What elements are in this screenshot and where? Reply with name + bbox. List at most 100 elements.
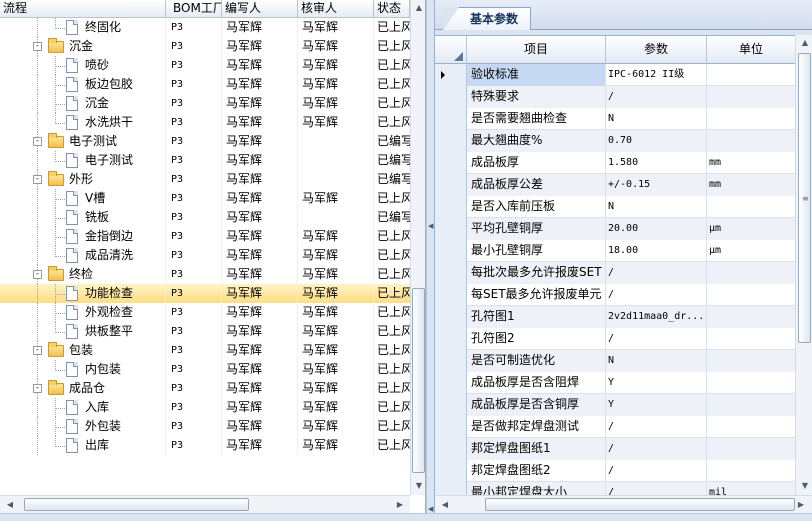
row-selector[interactable]	[435, 86, 467, 108]
column-header-value[interactable]: 参数	[606, 36, 707, 64]
tree-horizontal-scrollbar[interactable]: ◀ ▶	[0, 495, 410, 513]
param-value-cell[interactable]: /	[606, 416, 707, 438]
tree-node[interactable]: 沉金	[0, 94, 166, 113]
tree-vertical-scrollbar[interactable]: ▲ ▼	[410, 0, 425, 495]
param-unit-cell[interactable]	[707, 438, 795, 460]
grid-row[interactable]: 成品板厚是否含阻焊 Y	[435, 372, 795, 394]
tree-node[interactable]: 电子测试	[0, 151, 166, 170]
tree-row[interactable]: V槽 P3 马军辉 马军辉 已上风	[0, 189, 410, 208]
tree-row[interactable]: 外观检查 P3 马军辉 马军辉 已上风	[0, 303, 410, 322]
tree-row[interactable]: 金指倒边 P3 马军辉 马军辉 已上风	[0, 227, 410, 246]
param-unit-cell[interactable]: mm	[707, 152, 795, 174]
tree-node[interactable]: 喷砂	[0, 56, 166, 75]
tree-folder-row[interactable]: - 终检 P3 马军辉 马军辉 已上风	[0, 265, 410, 284]
scroll-down-arrow-icon[interactable]: ▼	[797, 478, 812, 494]
row-selector[interactable]	[435, 262, 467, 284]
tree-row[interactable]: 烘板整平 P3 马军辉 马军辉 已上风	[0, 322, 410, 341]
tree-node[interactable]: - 终检	[0, 265, 166, 284]
param-unit-cell[interactable]: μm	[707, 240, 795, 262]
tree-row[interactable]: 外包装 P3 马军辉 马军辉 已上风	[0, 417, 410, 436]
tree-row[interactable]: 终固化 P3 马军辉 马军辉 已上风	[0, 18, 410, 37]
grid-vertical-scrollbar[interactable]: ▲ ≡ ▼	[795, 35, 812, 495]
grid-row[interactable]: 最小邦定焊盘大小 / mil	[435, 482, 795, 495]
grid-row[interactable]: 孔符图2/	[435, 328, 795, 350]
tree-row[interactable]: 铣板 P3 马军辉 已编写	[0, 208, 410, 227]
tree-node[interactable]: 烘板整平	[0, 322, 166, 341]
param-unit-cell[interactable]	[707, 284, 795, 306]
row-selector[interactable]	[435, 460, 467, 482]
row-selector[interactable]	[435, 306, 467, 328]
param-unit-cell[interactable]: mm	[707, 174, 795, 196]
column-header-process[interactable]: 流程	[0, 0, 166, 18]
param-value-cell[interactable]: N	[606, 350, 707, 372]
param-unit-cell[interactable]	[707, 328, 795, 350]
grid-row[interactable]: 平均孔壁铜厚 20.00 μm	[435, 218, 795, 240]
grid-row[interactable]: 是否入库前压板 N	[435, 196, 795, 218]
column-header-author[interactable]: 编写人	[222, 0, 298, 18]
panel-splitter[interactable]: ◀ ◀	[426, 0, 434, 513]
row-selector[interactable]	[435, 174, 467, 196]
param-value-cell[interactable]: 20.00	[606, 218, 707, 240]
tab-basic-parameters[interactable]: 基本参数	[443, 7, 532, 31]
param-value-cell[interactable]: 18.00	[606, 240, 707, 262]
collapse-left-arrow-icon[interactable]: ◀	[428, 222, 433, 230]
tree-node[interactable]: 出库	[0, 436, 166, 455]
tree-node[interactable]: 水洗烘干	[0, 113, 166, 132]
tree-node[interactable]: 终固化	[0, 18, 166, 37]
tree-row[interactable]: 水洗烘干 P3 马军辉 马军辉 已上风	[0, 113, 410, 132]
scroll-right-arrow-icon[interactable]: ▶	[793, 497, 809, 513]
column-header-unit[interactable]: 单位	[707, 36, 795, 64]
tree-node[interactable]: 功能检查	[0, 284, 166, 303]
tree-row[interactable]: 功能检查 P3 马军辉 马军辉 已上风	[0, 284, 410, 303]
row-selector[interactable]	[435, 196, 467, 218]
scroll-left-arrow-icon[interactable]: ◀	[2, 497, 18, 513]
grid-row[interactable]: 是否可制造优化 N	[435, 350, 795, 372]
param-value-cell[interactable]: Y	[606, 394, 707, 416]
tree-horizontal-scroll-thumb[interactable]	[24, 498, 249, 511]
tree-node[interactable]: - 电子测试	[0, 132, 166, 151]
param-value-cell[interactable]: N	[606, 108, 707, 130]
collapse-toggle-icon[interactable]: -	[33, 42, 42, 51]
collapse-toggle-icon[interactable]: -	[33, 384, 42, 393]
column-header-reviewer[interactable]: 核审人	[298, 0, 374, 18]
tree-folder-row[interactable]: - 包装 P3 马军辉 马军辉 已上风	[0, 341, 410, 360]
tree-node[interactable]: 金指倒边	[0, 227, 166, 246]
param-value-cell[interactable]: /	[606, 482, 707, 495]
param-unit-cell[interactable]	[707, 416, 795, 438]
grid-row[interactable]: 验收标准 IPC-6012 II级	[435, 64, 795, 86]
param-unit-cell[interactable]	[707, 196, 795, 218]
row-selector[interactable]	[435, 372, 467, 394]
param-unit-cell[interactable]: mil	[707, 482, 795, 495]
row-selector[interactable]	[435, 350, 467, 372]
tree-row[interactable]: 喷砂 P3 马军辉 马军辉 已上风	[0, 56, 410, 75]
tree-node[interactable]: - 包装	[0, 341, 166, 360]
scroll-up-arrow-icon[interactable]: ▲	[411, 0, 425, 16]
collapse-toggle-icon[interactable]: -	[33, 137, 42, 146]
param-value-cell[interactable]: /	[606, 262, 707, 284]
scroll-right-arrow-icon[interactable]: ▶	[392, 497, 408, 513]
collapse-toggle-icon[interactable]: -	[33, 175, 42, 184]
grid-corner[interactable]	[435, 36, 467, 64]
tree-node[interactable]: 内包装	[0, 360, 166, 379]
grid-row[interactable]: 是否做邦定焊盘测试 /	[435, 416, 795, 438]
row-selector[interactable]	[435, 438, 467, 460]
grid-row[interactable]: 邦定焊盘图纸2/	[435, 460, 795, 482]
scroll-up-arrow-icon[interactable]: ▲	[797, 35, 812, 51]
row-selector[interactable]	[435, 482, 467, 495]
tree-folder-row[interactable]: - 成品仓 P3 马军辉 马军辉 已上风	[0, 379, 410, 398]
tree-row[interactable]: 内包装 P3 马军辉 马军辉 已上风	[0, 360, 410, 379]
grid-row[interactable]: 成品板厚公差 +/-0.15 mm	[435, 174, 795, 196]
tree-row[interactable]: 成品清洗 P3 马军辉 马军辉 已上风	[0, 246, 410, 265]
tree-node[interactable]: 成品清洗	[0, 246, 166, 265]
row-selector[interactable]	[435, 394, 467, 416]
tree-row[interactable]: 沉金 P3 马军辉 马军辉 已上风	[0, 94, 410, 113]
param-value-cell[interactable]: 1.580	[606, 152, 707, 174]
row-selector[interactable]	[435, 152, 467, 174]
scroll-down-arrow-icon[interactable]: ▼	[411, 478, 425, 494]
param-unit-cell[interactable]	[707, 130, 795, 152]
grid-row[interactable]: 特殊要求 /	[435, 86, 795, 108]
param-unit-cell[interactable]	[707, 350, 795, 372]
tree-row[interactable]: 板边包胶 P3 马军辉 马军辉 已上风	[0, 75, 410, 94]
param-unit-cell[interactable]	[707, 372, 795, 394]
tree-folder-row[interactable]: - 沉金 P3 马军辉 马军辉 已上风	[0, 37, 410, 56]
